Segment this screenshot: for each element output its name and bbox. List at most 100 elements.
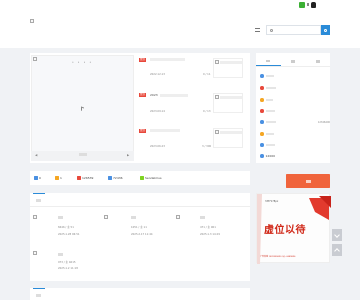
news-thumbnail[interactable] [213, 58, 243, 78]
item-icon [260, 120, 264, 124]
item-icon [260, 86, 264, 90]
stat-value: 72436 [113, 176, 123, 180]
forum-title[interactable] [200, 216, 205, 219]
forums-header-accent [33, 193, 45, 194]
sign-in-button[interactable] [286, 174, 330, 188]
slider-dots[interactable]: • • • • [72, 60, 91, 64]
news-title[interactable] [150, 129, 180, 132]
qq-icon[interactable] [311, 2, 316, 8]
slider-dot[interactable]: • [78, 60, 80, 64]
stat-value: 126539 [82, 176, 94, 180]
slider-next-button[interactable]: ▶ [127, 153, 129, 157]
item-icon [260, 98, 264, 102]
news-title-rest [160, 94, 188, 97]
slider-dot[interactable]: • [72, 60, 74, 64]
stat-value: 0 [39, 176, 41, 180]
slider-dot[interactable]: • [89, 60, 91, 64]
site-logo[interactable] [30, 19, 34, 23]
stat-value[interactable]: Sendelmus [145, 176, 162, 180]
forum-title[interactable] [58, 216, 63, 219]
news-count: 3 / 300 [202, 145, 212, 148]
search-icon [270, 28, 273, 32]
news-date: 2023.06.23 [150, 145, 165, 148]
sidebar-tab-label [315, 60, 320, 63]
next-section-title [36, 294, 41, 297]
ad-banner[interactable]: 338*178px 虚位以待 广告热线 1539955890 QQ: 60898… [256, 193, 331, 264]
sidebar-row[interactable] [260, 142, 330, 148]
sidebar-row[interactable] [260, 97, 330, 103]
edit-icon [334, 232, 340, 238]
row-label: 12000 [265, 154, 276, 158]
item-icon [260, 154, 264, 158]
search-button[interactable] [321, 25, 330, 35]
menu-icon[interactable] [255, 28, 260, 32]
float-top-button[interactable] [332, 244, 342, 256]
forum-last-post: 2025.1.28 06:51 [58, 233, 80, 236]
forum-icon [176, 215, 180, 219]
sidebar-row[interactable] [260, 73, 330, 79]
stat-members: 72436 [108, 176, 123, 180]
item-icon [260, 132, 264, 136]
forums-title [36, 199, 41, 202]
top-header [0, 0, 360, 48]
forum-icon [104, 215, 108, 219]
ad-size-text: 338*178px [265, 200, 279, 203]
forum-stats: 973 / 主 4615 [58, 261, 76, 264]
float-edit-button[interactable] [332, 229, 342, 241]
news-thumbnail[interactable] [213, 93, 243, 113]
row-label [265, 98, 273, 102]
sidebar-tab[interactable] [305, 57, 330, 66]
clock-icon [55, 176, 59, 180]
sidebar-row[interactable] [260, 131, 330, 137]
stat-today: 0 [34, 176, 41, 180]
stat-posts: 126539 [77, 176, 93, 180]
row-label [265, 86, 276, 90]
back-to-top-icon [334, 248, 340, 254]
calendar-icon [34, 176, 38, 180]
slider-prev-button[interactable]: ◀ [35, 153, 37, 157]
forum-title[interactable] [131, 216, 136, 219]
sign-in-label [305, 179, 311, 183]
next-section-card [30, 288, 250, 300]
forum-stats: 1051 / 主 11 [131, 226, 147, 229]
next-section-accent [33, 288, 45, 289]
news-title[interactable] [150, 58, 185, 61]
row-label [265, 74, 274, 78]
forum-last-post: 2025.1.3 14:29 [200, 233, 220, 236]
forum-title[interactable] [58, 253, 63, 256]
ad-headline: 虚位以待 [264, 225, 306, 236]
forum-stats: 8446 / 主 51 [58, 226, 74, 229]
thumbnail-caption [220, 61, 242, 64]
search-button-icon [324, 28, 327, 32]
forum-last-post: 2025.2.17 11:44 [131, 233, 153, 236]
news-count: 0 / 11 [203, 73, 211, 76]
sidebar-tab[interactable] [256, 57, 281, 66]
stat-newest-member[interactable]: Sendelmus [140, 176, 162, 180]
sidebar-tab[interactable] [281, 57, 306, 66]
thumbnail-caption [220, 131, 242, 134]
row-label [265, 143, 275, 147]
forum-stats: 471 / 主 961 [200, 226, 216, 229]
sidebar-row[interactable]: 12000 [260, 153, 330, 159]
news-thumbnail[interactable] [213, 128, 243, 148]
row-label [265, 109, 275, 113]
slider-caption [79, 153, 87, 156]
login-text[interactable] [307, 3, 309, 6]
slider-dot[interactable]: • [84, 60, 86, 64]
news-title[interactable]: 2023 [150, 93, 158, 97]
forum-last-post: 2025.1.2 11:18 [58, 267, 78, 270]
user-icon [140, 176, 144, 180]
wechat-icon[interactable] [299, 2, 305, 8]
sidebar-row[interactable] [260, 108, 330, 114]
row-value: 12346400 [317, 120, 330, 124]
row-label [265, 120, 276, 124]
search-box[interactable] [266, 25, 321, 35]
posts-icon [77, 176, 81, 180]
forum-icon [33, 251, 37, 255]
news-tag-pinned: 置顶 [139, 58, 146, 62]
sidebar-row[interactable]: 12346400 [260, 119, 330, 125]
sidebar-row[interactable] [260, 85, 330, 91]
news-tag-pinned: 置顶 [139, 93, 146, 97]
ad-contact: 广告热线 1539955890 QQ: 6089896 [260, 256, 296, 258]
sidebar-tab-label [266, 59, 271, 63]
